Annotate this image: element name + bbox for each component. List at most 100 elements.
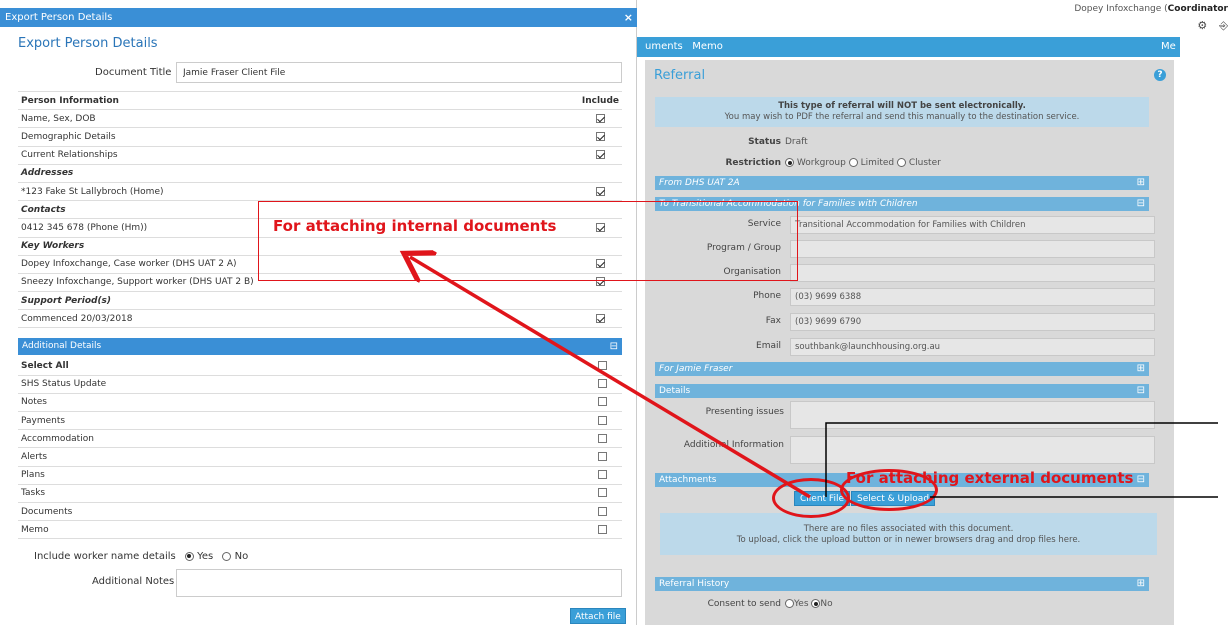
dialog-heading: Export Person Details bbox=[18, 36, 158, 51]
collapse-icon: ⊟ bbox=[1136, 385, 1145, 396]
row-label: Alerts bbox=[18, 447, 582, 467]
row-label: Current Relationships bbox=[18, 146, 579, 165]
additional-checkbox[interactable] bbox=[597, 415, 607, 425]
restriction-row: Restriction Workgroup Limited Cluster bbox=[725, 158, 941, 168]
table-row: Tasks bbox=[18, 484, 622, 504]
top-icons: ⚙ ⎆ bbox=[1185, 19, 1228, 33]
row-label: Payments bbox=[18, 411, 582, 431]
row-label: Tasks bbox=[18, 484, 582, 504]
from-section-bar[interactable]: From DHS UAT 2A ⊞ bbox=[655, 176, 1149, 190]
table-row: Plans bbox=[18, 466, 622, 485]
phone-row: Phone (03) 9699 6388 bbox=[655, 288, 1155, 306]
additional-checkbox[interactable] bbox=[597, 506, 607, 516]
export-person-details-dialog: Export Person Details × Export Person De… bbox=[0, 0, 637, 625]
table-row: Memo bbox=[18, 520, 622, 540]
row-label: Support Period(s) bbox=[18, 291, 579, 311]
phone-field[interactable]: (03) 9699 6388 bbox=[790, 288, 1155, 306]
additional-checkbox[interactable] bbox=[597, 360, 607, 370]
additional-checkbox[interactable] bbox=[597, 397, 607, 407]
row-label: Demographic Details bbox=[18, 127, 579, 147]
consent-yes-radio[interactable] bbox=[785, 599, 794, 608]
row-label: Name, Sex, DOB bbox=[18, 109, 579, 129]
include-checkbox[interactable] bbox=[595, 131, 605, 141]
dialog-titlebar: Export Person Details × bbox=[0, 8, 637, 27]
organisation-field[interactable] bbox=[790, 264, 1155, 282]
current-user: Dopey Infoxchange (Coordinator bbox=[1074, 4, 1228, 14]
expand-icon: ⊞ bbox=[1136, 177, 1145, 188]
row-label: *123 Fake St Lallybroch (Home) bbox=[18, 182, 579, 202]
internal-annotation-text: For attaching internal documents bbox=[273, 217, 557, 235]
fax-field[interactable]: (03) 9699 6790 bbox=[790, 313, 1155, 331]
service-field[interactable]: Transitional Accommodation for Families … bbox=[790, 216, 1155, 234]
program-field[interactable] bbox=[790, 240, 1155, 258]
internal-annotation-box bbox=[258, 201, 798, 281]
additional-checkbox[interactable] bbox=[597, 433, 607, 443]
status-value: Draft bbox=[785, 137, 808, 147]
row-label: Select All bbox=[18, 357, 582, 376]
table-row: Name, Sex, DOB bbox=[18, 109, 622, 129]
table-row: Accommodation bbox=[18, 429, 622, 449]
table-header: Person Information Include bbox=[18, 90, 622, 111]
nav-memo[interactable]: Memo bbox=[692, 41, 723, 52]
additional-checkbox[interactable] bbox=[597, 379, 607, 389]
details-section-bar[interactable]: Details ⊟ bbox=[655, 384, 1149, 398]
attach-file-button[interactable]: Attach file bbox=[570, 608, 626, 624]
email-field[interactable]: southbank@launchhousing.org.au bbox=[790, 338, 1155, 356]
nav-overflow[interactable]: Me bbox=[1158, 37, 1180, 57]
table-row: Current Relationships bbox=[18, 146, 622, 165]
referral-history-bar[interactable]: Referral History ⊞ bbox=[655, 577, 1149, 591]
help-icon[interactable]: ? bbox=[1154, 69, 1166, 81]
background-app: Dopey Infoxchange (Coordinator ⚙ ⎆ uments… bbox=[637, 0, 1228, 625]
logout-icon[interactable]: ⎆ bbox=[1219, 19, 1228, 32]
table-row: SHS Status Update bbox=[18, 375, 622, 394]
for-section-bar[interactable]: For Jamie Fraser ⊞ bbox=[655, 362, 1149, 376]
status-row: Status Draft bbox=[748, 137, 808, 147]
additional-checkbox[interactable] bbox=[597, 524, 607, 534]
additional-details-bar[interactable]: Additional Details ⊟ bbox=[18, 338, 622, 355]
referral-panel: Referral ? This type of referral will NO… bbox=[645, 60, 1174, 625]
include-checkbox[interactable] bbox=[595, 313, 605, 323]
document-title-label: Document Title bbox=[95, 67, 172, 78]
fax-row: Fax (03) 9699 6790 bbox=[655, 313, 1155, 331]
presenting-label: Presenting issues bbox=[705, 407, 784, 417]
email-row: Email southbank@launchhousing.org.au bbox=[655, 338, 1155, 356]
additional-details-table: Select All SHS Status Update Notes Payments… bbox=[18, 357, 622, 540]
restriction-cluster-radio[interactable] bbox=[897, 158, 906, 167]
close-icon[interactable]: × bbox=[624, 8, 633, 27]
include-checkbox[interactable] bbox=[595, 150, 605, 160]
worker-yes-radio[interactable] bbox=[184, 551, 194, 561]
table-row: Select All bbox=[18, 357, 622, 376]
upload-dropzone[interactable]: There are no files associated with this … bbox=[660, 513, 1157, 555]
include-checkbox[interactable] bbox=[595, 113, 605, 123]
gear-icon[interactable]: ⚙ bbox=[1197, 19, 1207, 32]
table-row: *123 Fake St Lallybroch (Home) bbox=[18, 182, 622, 202]
restriction-workgroup-radio[interactable] bbox=[785, 158, 794, 167]
table-row: Documents bbox=[18, 502, 622, 522]
additional-info-input[interactable] bbox=[790, 436, 1155, 464]
collapse-icon: ⊟ bbox=[1136, 198, 1145, 209]
expand-icon: ⊞ bbox=[1136, 363, 1145, 374]
document-title-input[interactable] bbox=[176, 62, 622, 83]
additional-checkbox[interactable] bbox=[597, 452, 607, 462]
include-checkbox[interactable] bbox=[595, 186, 605, 196]
collapse-icon: ⊟ bbox=[1136, 474, 1145, 485]
expand-icon: ⊞ bbox=[1136, 578, 1145, 589]
group-header: Support Period(s) bbox=[18, 291, 622, 311]
worker-no-radio[interactable] bbox=[222, 551, 232, 561]
nav-documents[interactable]: uments bbox=[645, 41, 683, 52]
additional-notes-input[interactable] bbox=[176, 569, 622, 597]
row-label: SHS Status Update bbox=[18, 375, 582, 394]
additional-info-label: Additional Information bbox=[683, 440, 784, 450]
additional-checkbox[interactable] bbox=[597, 488, 607, 498]
collapse-icon[interactable]: ⊟ bbox=[610, 338, 618, 355]
additional-checkbox[interactable] bbox=[597, 470, 607, 480]
external-annotation-text: For attaching external documents bbox=[846, 469, 1134, 487]
row-label: Notes bbox=[18, 393, 582, 413]
table-row: Demographic Details bbox=[18, 127, 622, 147]
group-header: Addresses bbox=[18, 164, 622, 183]
row-label: Commenced 20/03/2018 bbox=[18, 309, 579, 329]
presenting-issues-input[interactable] bbox=[790, 401, 1155, 429]
restriction-limited-radio[interactable] bbox=[848, 158, 858, 167]
row-label: Addresses bbox=[18, 164, 579, 183]
include-worker-row: Include worker name details Yes No bbox=[34, 551, 249, 562]
